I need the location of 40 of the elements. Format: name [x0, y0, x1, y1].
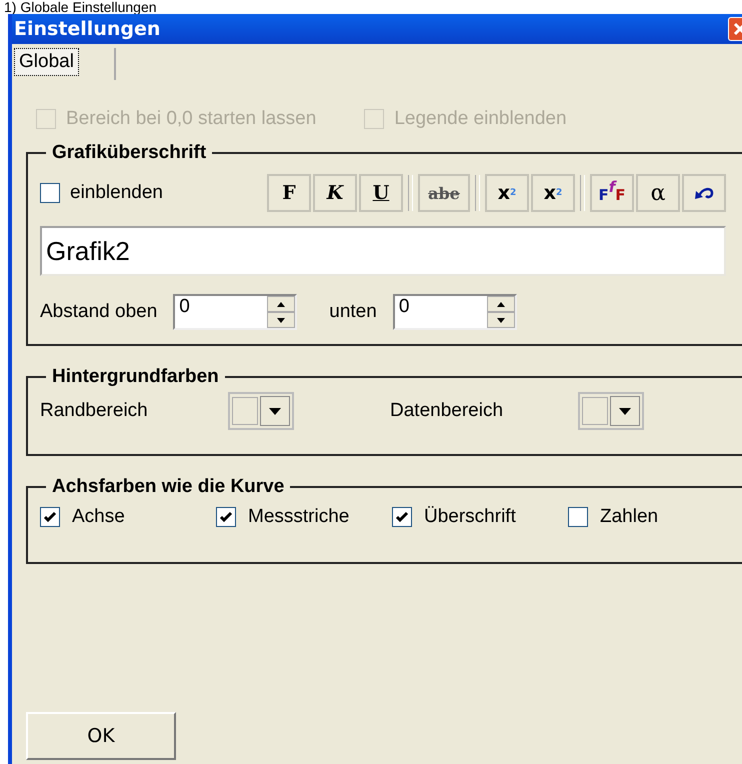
color-picker[interactable]	[228, 392, 294, 430]
checkbox-label: Legende einblenden	[394, 108, 567, 130]
symbol-button[interactable]: α	[636, 174, 680, 212]
ok-button[interactable]: OK	[26, 712, 176, 760]
color-picker[interactable]	[578, 392, 644, 430]
font-button[interactable]: FfF	[590, 174, 634, 212]
checkbox-label: Bereich bei 0,0 starten lassen	[66, 108, 316, 130]
group-heading: Grafiküberschrift	[51, 142, 208, 164]
strikethrough-button[interactable]: abe	[418, 174, 470, 212]
spin-field[interactable]: 0	[392, 294, 517, 330]
checkbox-label: Messstriche	[248, 506, 350, 528]
checkbox-label: Zahlen	[600, 506, 658, 528]
checkbox[interactable]	[40, 507, 60, 527]
spin-field[interactable]: 0	[173, 294, 298, 330]
underline-button[interactable]: U	[359, 174, 403, 212]
bold-button[interactable]: F	[267, 174, 311, 212]
group-heading: Hintergrundfarben	[51, 366, 220, 388]
checkbox[interactable]	[392, 507, 412, 527]
close-button[interactable]	[728, 17, 742, 41]
field-label: Abstand oben	[40, 301, 158, 323]
checkbox-label: Achse	[72, 506, 125, 528]
group-heading: Achsfarben wie die Kurve	[51, 476, 286, 498]
italic-button[interactable]: K	[313, 174, 357, 212]
superscript-button[interactable]: x$^{2}$	[485, 174, 529, 212]
checkbox[interactable]	[568, 507, 588, 527]
title-input-field[interactable]: Grafik2	[40, 226, 726, 276]
checkmark-icon	[219, 510, 233, 524]
window-title: Einstellungen	[13, 18, 160, 40]
caption-text: 1) Globale Einstellungen	[3, 0, 158, 14]
tab[interactable]: Global	[14, 48, 79, 76]
field-label: Datenbereich	[390, 400, 504, 422]
field-label: unten	[329, 301, 377, 323]
checkmark-icon	[395, 510, 409, 524]
field-label: Randbereich	[40, 400, 149, 422]
checkbox[interactable]	[216, 507, 236, 527]
checkbox[interactable]	[40, 183, 60, 203]
checkbox-label: Überschrift	[424, 506, 516, 528]
checkbox-label: einblenden	[70, 182, 163, 204]
undo-button[interactable]	[682, 174, 726, 212]
checkmark-icon	[43, 510, 57, 524]
